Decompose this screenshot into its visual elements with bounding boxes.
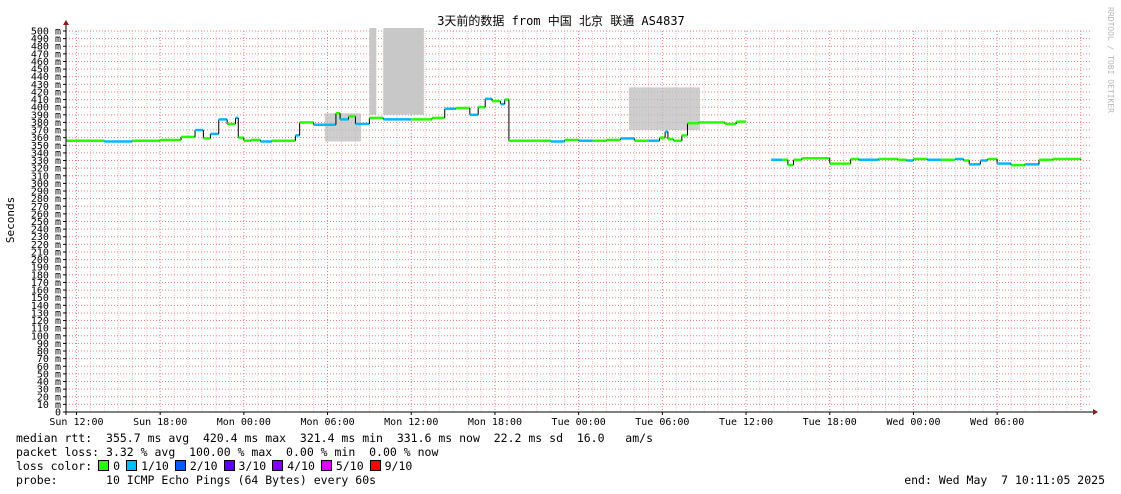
legend-probe-row: probe: 10 ICMP Echo Pings (64 Bytes) eve… xyxy=(16,473,376,487)
loss-label: packet loss: xyxy=(16,445,100,459)
loss-color-swatch xyxy=(320,460,332,471)
axes xyxy=(63,20,1098,415)
x-tick-label: Tue 12:00 xyxy=(719,417,773,428)
loss-color-item: 5/10 xyxy=(315,459,364,473)
loss-color-item: 4/10 xyxy=(266,459,315,473)
loss-values: 3.32 % avg 100.00 % max 0.00 % min 0.00 … xyxy=(106,445,439,459)
grid xyxy=(66,30,1092,413)
x-tick-label: Mon 12:00 xyxy=(384,417,438,428)
full-loss-bars xyxy=(369,28,424,115)
x-tick-label: Mon 06:00 xyxy=(300,417,354,428)
legend-loss-colors-row: loss color: 0 1/10 2/10 3/10 4/10 5/10 9/10 xyxy=(16,459,412,473)
full-loss-bar xyxy=(383,28,424,115)
loss-color-item: 0 xyxy=(92,459,120,473)
loss-color-item: 1/10 xyxy=(120,459,169,473)
loss-color-item: 2/10 xyxy=(169,459,218,473)
loss-color-label-text: 9/10 xyxy=(384,459,413,473)
chart-title: 3天前的数据 from 中国 北京 联通 AS4837 xyxy=(437,13,685,28)
loss-color-item: 9/10 xyxy=(364,459,413,473)
median-label: median rtt: xyxy=(16,431,93,445)
x-tick-label: Wed 06:00 xyxy=(970,417,1024,428)
rrdtool-watermark: RRDTOOL / TOBI OETIKER xyxy=(1106,7,1115,113)
loss-color-swatch xyxy=(272,460,284,471)
x-tick-label: Sun 18:00 xyxy=(133,417,187,428)
x-tick-label: Sun 12:00 xyxy=(49,417,103,428)
loss-color-label-text: 3/10 xyxy=(238,459,267,473)
x-tick-label: Mon 00:00 xyxy=(217,417,271,428)
loss-color-swatch xyxy=(126,460,138,471)
loss-color-item: 3/10 xyxy=(218,459,267,473)
x-tick-label: Wed 00:00 xyxy=(886,417,940,428)
x-tick-label: Mon 18:00 xyxy=(468,417,522,428)
loss-color-label-text: 1/10 xyxy=(141,459,169,473)
y-tick-labels: 010 m20 m30 m40 m50 m60 m70 m80 m90 m100… xyxy=(31,27,66,419)
y-axis-arrow xyxy=(63,20,69,25)
legend-median-row: median rtt: 355.7 ms avg 420.4 ms max 32… xyxy=(16,431,653,445)
smokeping-chart: 3天前的数据 from 中国 北京 联通 AS4837 Seconds RRDT… xyxy=(4,7,1115,428)
x-tick-label: Tue 18:00 xyxy=(803,417,857,428)
x-tick-label: Tue 00:00 xyxy=(552,417,606,428)
probe-label: probe: xyxy=(16,473,58,487)
full-loss-bar xyxy=(369,28,377,115)
loss-color-label-text: 2/10 xyxy=(189,459,218,473)
loss-color-label: loss color: xyxy=(16,459,93,473)
y-tick-label: 500 m xyxy=(31,27,61,38)
loss-color-swatch xyxy=(369,460,381,471)
end-timestamp: end: Wed May 7 10:11:05 2025 xyxy=(904,473,1105,487)
x-tick-label: Tue 06:00 xyxy=(635,417,689,428)
probe-value: 10 ICMP Echo Pings (64 Bytes) every 60s xyxy=(106,473,377,487)
median-values: 355.7 ms avg 420.4 ms max 321.4 ms min 3… xyxy=(106,431,653,445)
y-axis-label: Seconds xyxy=(4,197,17,243)
loss-color-swatches: 0 1/10 2/10 3/10 4/10 5/10 9/10 xyxy=(92,459,412,473)
legend-loss-row: packet loss: 3.32 % avg 100.00 % max 0.0… xyxy=(16,445,438,459)
x-axis-arrow xyxy=(1093,409,1098,415)
x-tick-labels: Sun 12:00 Sun 18:00 Mon 00:00 Mon 06:00 Mon … xyxy=(49,412,1024,428)
median-rtt-series xyxy=(66,97,1082,167)
loss-color-label-text: 5/10 xyxy=(335,459,364,473)
loss-color-swatch xyxy=(174,460,186,471)
loss-color-label-text: 4/10 xyxy=(287,459,315,473)
loss-color-swatch xyxy=(98,460,110,471)
loss-color-swatch xyxy=(223,460,235,471)
